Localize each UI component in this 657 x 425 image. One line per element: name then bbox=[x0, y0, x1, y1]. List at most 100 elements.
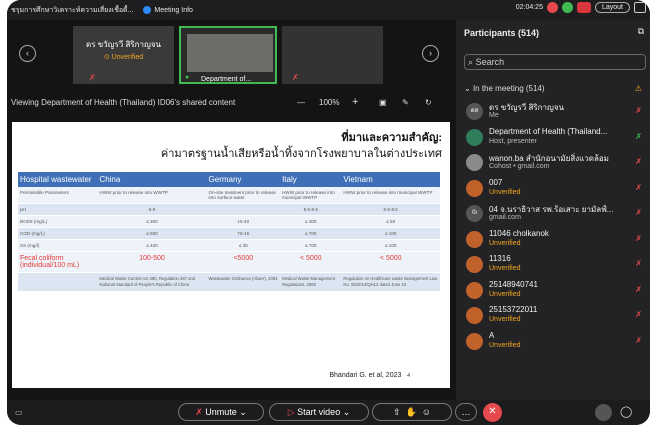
rotate-icon[interactable]: ↻ bbox=[425, 98, 432, 107]
avatar bbox=[466, 256, 483, 273]
room-video-image bbox=[187, 34, 273, 72]
more-options-button[interactable]: … bbox=[455, 403, 477, 421]
table-cell: Wastewater Ordinance (AbwV), 2004 bbox=[206, 272, 281, 292]
participant-status: Unverified bbox=[489, 290, 521, 298]
meeting-info-button[interactable]: Meeting Info bbox=[143, 6, 193, 14]
room-label: Department of... bbox=[201, 76, 252, 83]
mic-muted-icon: ✗ bbox=[635, 335, 642, 345]
caption-icon[interactable]: ▭ bbox=[15, 408, 23, 417]
meeting-info-label: Meeting Info bbox=[154, 6, 193, 14]
app-window: ชรุมการศึกษาวิเคราะห์ความเสี่ยงเชื้อดื้.… bbox=[7, 0, 650, 425]
participant-status: gmail.com bbox=[489, 214, 521, 221]
next-thumbs-icon[interactable]: › bbox=[422, 45, 439, 62]
unmute-button[interactable]: ✗ Unmute ⌄ bbox=[178, 403, 264, 421]
share-react-group[interactable]: ⇧ ✋ ☺ bbox=[372, 403, 452, 421]
unmute-label: Unmute bbox=[205, 407, 237, 417]
meeting-timer: 02:04:25 bbox=[515, 4, 543, 11]
participant-row[interactable]: 25148940741 Unverified ✗ bbox=[456, 279, 650, 305]
reactions-icon[interactable]: ☺ bbox=[422, 407, 431, 417]
mic-muted-icon: ✗ bbox=[635, 259, 642, 268]
participant-name: 11316 bbox=[489, 254, 511, 263]
table-cell: < 5000 bbox=[341, 251, 440, 273]
table-row: Medical Waste Control Act 380, Regulatio… bbox=[18, 272, 440, 292]
table-header: Italy bbox=[280, 172, 342, 187]
layout-button[interactable]: Layout bbox=[594, 2, 630, 13]
security-shield-icon[interactable] bbox=[561, 2, 573, 13]
minimize-icon[interactable] bbox=[634, 2, 646, 13]
table-cell: HWW prior to release into municipal WWTP bbox=[280, 187, 342, 204]
table-row: Permissible Parameters HWW prior to rele… bbox=[18, 187, 440, 204]
avatar bbox=[466, 154, 483, 171]
end-call-button[interactable]: ✕ bbox=[483, 403, 502, 422]
participant-row[interactable]: 0ι 04 จ.นราธิวาส รพ.ร้อเสาะ ยามัลฟ์... gma… bbox=[456, 202, 650, 228]
raise-hand-icon[interactable]: ✋ bbox=[406, 407, 417, 418]
participant-row[interactable]: wanon.ba สำนักอนามัยสิ่งแวดล้อม Cohost • … bbox=[456, 151, 650, 177]
participant-status: Unverified bbox=[489, 341, 521, 349]
share-icon[interactable]: ⇧ bbox=[393, 407, 401, 418]
table-cell: 6-9 bbox=[97, 203, 207, 216]
avatar: ดส bbox=[466, 103, 483, 120]
mic-muted-icon: ✗ bbox=[635, 131, 642, 141]
table-cell: ≤ 500 bbox=[97, 227, 207, 240]
table-row: SS (mg/l) ≤ 400 ≤ 35 ≤ 700 ≤ 100 bbox=[18, 239, 440, 252]
participants-header: Participants (514) bbox=[464, 28, 540, 38]
video-thumbnail-other[interactable]: ✗ bbox=[282, 26, 383, 84]
table-cell: ≤ 700 bbox=[280, 239, 342, 252]
participant-row[interactable]: ดส ดร ขวัญรวี สิริกาญจน Me ✗ bbox=[456, 100, 650, 126]
table-cell: 6.5-8.5 bbox=[341, 203, 440, 216]
participant-row[interactable]: A Unverified ✗ bbox=[456, 330, 650, 356]
participant-name: Department of Health (Thailand... bbox=[489, 126, 608, 136]
table-cell: On-site treatment prior to release into … bbox=[206, 187, 281, 204]
video-thumbnail-self[interactable]: ดร ขวัญรวี สิริกาญจน ⊙ Unverified ✗ bbox=[73, 26, 174, 84]
table-header: Hospital wastewater bbox=[18, 172, 98, 187]
table-cell: SS (mg/l) bbox=[18, 239, 98, 252]
mic-muted-icon: ✗ bbox=[635, 182, 642, 192]
citation-text: Bhandari G. et al, 2023 bbox=[329, 372, 402, 379]
recording-icon[interactable] bbox=[546, 2, 558, 13]
participant-status: Me bbox=[489, 112, 499, 119]
mic-muted-icon: ✗ bbox=[89, 73, 96, 82]
mic-off-icon: ✗ bbox=[195, 406, 203, 417]
table-cell: 15-40 bbox=[206, 215, 281, 228]
participant-row[interactable]: 11046 cholkanok Unverified ✗ bbox=[456, 228, 650, 254]
table-header: Germany bbox=[206, 172, 281, 187]
participant-name: 25153722011 bbox=[489, 305, 538, 314]
zoom-out-button[interactable]: — bbox=[297, 98, 305, 107]
table-cell: ≤ 100 bbox=[341, 239, 440, 252]
participant-row[interactable]: 007 Unverified ✗ bbox=[456, 177, 650, 203]
participant-name: 007 bbox=[489, 177, 503, 187]
chat-icon[interactable]: ◯ bbox=[620, 405, 632, 418]
table-cell: ≤ 35 bbox=[206, 239, 281, 252]
mic-muted-icon: ✗ bbox=[635, 284, 642, 294]
mute-all-icon[interactable]: ⚠ bbox=[635, 84, 642, 93]
participant-row[interactable]: Department of Health (Thailand... Host, p… bbox=[456, 126, 650, 152]
search-input[interactable]: ⌕ Search bbox=[464, 54, 646, 70]
participant-row[interactable]: 11316 Unverified ✗ bbox=[456, 253, 650, 279]
participant-row[interactable]: 25153722011 Unverified ✗ bbox=[456, 304, 650, 330]
table-header: Vietnam bbox=[341, 172, 440, 187]
video-thumbnail-room[interactable]: Department of... ● bbox=[179, 26, 277, 84]
prev-thumbs-icon[interactable]: ‹ bbox=[19, 45, 36, 62]
live-badge-icon[interactable] bbox=[576, 2, 591, 13]
table-cell: Medical Waste Control Act 380, Regulatio… bbox=[97, 272, 207, 292]
fit-screen-icon[interactable]: ▣ bbox=[379, 98, 387, 107]
standards-table: Hospital wastewater China Germany Italy … bbox=[18, 172, 440, 292]
in-meeting-section[interactable]: ⌄ In the meeting (514) bbox=[464, 84, 545, 93]
participant-status: Host, presenter bbox=[489, 137, 537, 145]
zoom-in-button[interactable]: + bbox=[352, 96, 358, 108]
table-row: COD (mg/L) ≤ 500 75-15 ≤ 700 ≤ 100 bbox=[18, 227, 440, 240]
slide-page-number: 4 bbox=[407, 373, 410, 379]
popout-icon[interactable]: ⧉ bbox=[638, 26, 644, 37]
participant-name: ดร ขวัญรวี สิริกาญจน bbox=[489, 103, 564, 112]
table-cell: 75-15 bbox=[206, 227, 281, 240]
mic-muted-icon: ✗ bbox=[635, 208, 642, 217]
participant-name: A bbox=[489, 330, 495, 340]
search-placeholder: Search bbox=[475, 57, 505, 67]
main-stage: ‹ ดร ขวัญรวี สิริกาญจน ⊙ Unverified ✗ De… bbox=[7, 20, 456, 400]
participants-icon[interactable] bbox=[595, 404, 612, 421]
participant-status: Unverified bbox=[489, 188, 521, 196]
annotate-icon[interactable]: ✎ bbox=[402, 98, 409, 107]
start-video-button[interactable]: ▷ Start video ⌄ bbox=[269, 403, 369, 421]
avatar bbox=[466, 332, 483, 350]
table-cell: Medical Waste Management Regulations, 20… bbox=[280, 272, 342, 292]
